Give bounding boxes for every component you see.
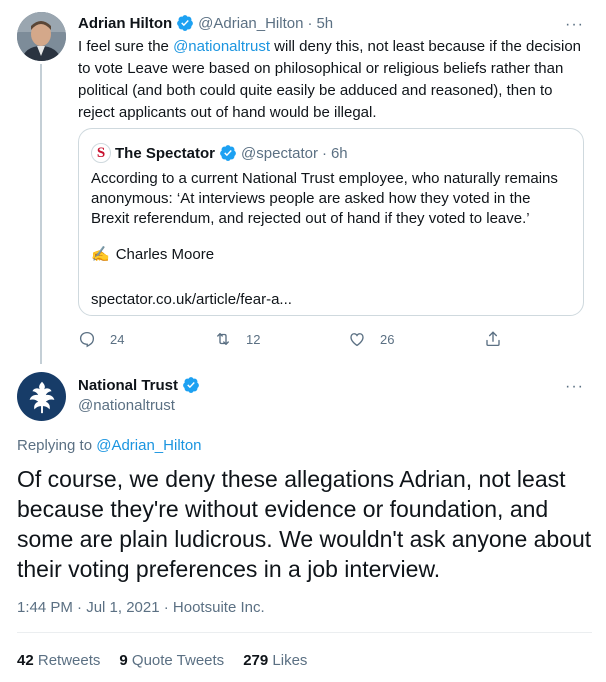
tweet-meta[interactable]: 1:44 PM · Jul 1, 2021 · Hootsuite Inc. bbox=[17, 599, 265, 616]
share-button[interactable] bbox=[484, 330, 502, 348]
main-display-name[interactable]: National Trust bbox=[78, 377, 178, 394]
avatar-national-trust[interactable] bbox=[17, 372, 66, 421]
reply-icon bbox=[79, 331, 95, 348]
parent-action-bar: 24 12 26 bbox=[78, 330, 508, 350]
retweet-count: 12 bbox=[246, 331, 261, 347]
parent-time[interactable]: 5h bbox=[316, 15, 333, 32]
engagement-stats: 42 Retweets 9 Quote Tweets 279 Likes bbox=[17, 652, 307, 669]
parent-display-name[interactable]: Adrian Hilton bbox=[78, 15, 172, 32]
quoted-handle: @spectator bbox=[241, 144, 318, 162]
retweets-stat[interactable]: 42 Retweets bbox=[17, 652, 100, 669]
verified-badge-icon bbox=[220, 145, 236, 161]
quoted-display-name: The Spectator bbox=[115, 144, 216, 162]
quoted-author-line: ✍️ Charles Moore bbox=[91, 245, 215, 264]
parent-tweet-text: I feel sure the @nationaltrust will deny… bbox=[78, 36, 588, 124]
writing-hand-icon: ✍️ bbox=[91, 246, 110, 263]
retweet-button[interactable]: 12 bbox=[214, 330, 260, 348]
quoted-tweet-text: According to a current National Trust em… bbox=[91, 170, 558, 227]
replying-handle-link[interactable]: @Adrian_Hilton bbox=[96, 437, 201, 454]
retweet-icon bbox=[217, 333, 229, 345]
quotes-count: 9 bbox=[119, 652, 128, 669]
divider bbox=[17, 632, 592, 633]
share-icon bbox=[486, 331, 500, 347]
quoted-time: 6h bbox=[330, 144, 348, 162]
avatar-photo-icon bbox=[17, 12, 66, 61]
likes-label: Likes bbox=[272, 652, 308, 669]
quoted-tweet-header: S The Spectator @spectator · 6h bbox=[91, 143, 348, 163]
parent-separator: · bbox=[307, 14, 313, 32]
mention-link[interactable]: @nationaltrust bbox=[173, 38, 270, 55]
quoted-separator: · bbox=[321, 144, 327, 162]
reply-count: 24 bbox=[110, 331, 125, 347]
quote-tweets-stat[interactable]: 9 Quote Tweets bbox=[119, 652, 224, 669]
replying-label: Replying to bbox=[17, 437, 97, 454]
heart-icon bbox=[350, 333, 364, 347]
thread-connector-line bbox=[40, 64, 42, 364]
reply-button[interactable]: 24 bbox=[78, 330, 124, 348]
parent-more-icon[interactable]: ··· bbox=[565, 17, 584, 33]
verified-badge-icon bbox=[177, 15, 194, 31]
main-handle[interactable]: @nationaltrust bbox=[78, 397, 175, 414]
parent-text-before: I feel sure the bbox=[78, 38, 174, 55]
retweets-count: 42 bbox=[17, 652, 34, 669]
main-display-name-row: National Trust bbox=[78, 376, 200, 394]
parent-tweet-header: Adrian Hilton @Adrian_Hilton · 5h bbox=[78, 14, 333, 32]
oak-leaf-logo-icon bbox=[29, 381, 54, 413]
parent-handle[interactable]: @Adrian_Hilton bbox=[198, 15, 303, 32]
replying-to-line: Replying to @Adrian_Hilton bbox=[17, 437, 202, 454]
like-count: 26 bbox=[380, 331, 395, 347]
avatar-adrian-hilton[interactable] bbox=[17, 12, 66, 61]
quotes-label: Quote Tweets bbox=[131, 652, 225, 669]
quoted-link[interactable]: spectator.co.uk/article/fear-a... bbox=[91, 291, 292, 308]
quoted-author: Charles Moore bbox=[115, 245, 215, 263]
verified-badge-icon bbox=[183, 377, 199, 393]
quoted-tweet-card[interactable]: S The Spectator @spectator · 6h Accordin… bbox=[78, 128, 584, 316]
main-more-icon[interactable]: ··· bbox=[565, 379, 584, 395]
retweets-label: Retweets bbox=[37, 652, 101, 669]
likes-stat[interactable]: 279 Likes bbox=[243, 652, 307, 669]
spectator-logo-icon: S bbox=[91, 143, 111, 163]
like-button[interactable]: 26 bbox=[348, 330, 394, 348]
likes-count: 279 bbox=[243, 652, 269, 669]
main-tweet-text: Of course, we deny these allegations Adr… bbox=[17, 466, 592, 582]
